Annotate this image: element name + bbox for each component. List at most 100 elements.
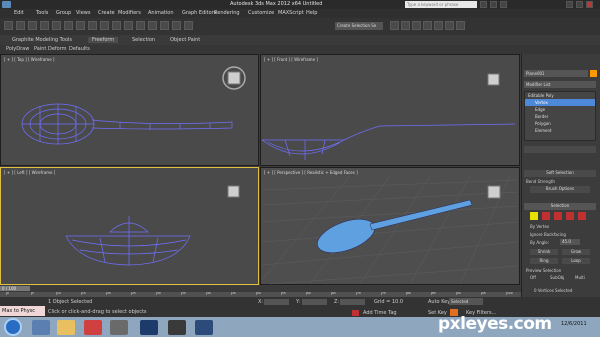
select-by-name-icon[interactable] (88, 21, 97, 30)
move-icon[interactable] (124, 21, 133, 30)
app-icon[interactable] (110, 320, 128, 335)
stack-item[interactable]: Border (525, 113, 595, 120)
x-coord-field[interactable] (264, 299, 289, 305)
polygon-mode-icon[interactable] (566, 212, 574, 220)
soft-selection-rollout[interactable]: Soft Selection (524, 170, 596, 177)
maxscript-listener[interactable]: Max to Physc (0, 306, 45, 316)
viewport-left[interactable]: [ + ] [ Left ] [ Wireframe ] (0, 167, 259, 285)
maximize-button[interactable] (576, 1, 583, 8)
ignore-backfacing-checkbox[interactable]: Ignore Backfacing (530, 232, 566, 237)
window-icon[interactable] (112, 21, 121, 30)
object-name-field[interactable]: Plane001 (524, 70, 588, 77)
angle-spinner[interactable]: 45.0 (560, 239, 580, 245)
link-icon[interactable] (28, 21, 37, 30)
viewport-front[interactable]: [ + ] [ Front ] [ Wireframe ] (260, 54, 520, 166)
tab-selection[interactable]: Selection (132, 37, 155, 43)
stack-item[interactable]: Vertex (525, 99, 595, 106)
selected-dropdown[interactable]: Selected (449, 298, 483, 305)
time-slider[interactable]: 0 / 100 (0, 286, 30, 291)
tab-defaults[interactable]: Defaults (69, 46, 90, 52)
menu-item[interactable]: Edit (14, 10, 24, 16)
preview-subobj-radio[interactable]: SubObj (550, 275, 564, 280)
brush-options-button[interactable]: Brush Options (530, 186, 590, 193)
rotate-icon[interactable] (136, 21, 145, 30)
auto-key-button[interactable]: Auto Key (428, 299, 450, 305)
time-tag-icon[interactable] (352, 310, 359, 316)
tab-graphite[interactable]: Graphite Modeling Tools (12, 37, 72, 43)
border-mode-icon[interactable] (554, 212, 562, 220)
star-icon[interactable] (490, 1, 497, 8)
undo-icon[interactable] (4, 21, 13, 30)
3dsmax-icon[interactable] (168, 320, 186, 335)
tab-polydraw[interactable]: PolyDraw (6, 46, 29, 52)
viewport-perspective[interactable]: [ + ] [ Perspective ] [ Realistic + Edge… (260, 167, 520, 285)
bind-icon[interactable] (52, 21, 61, 30)
render-setup-icon[interactable] (445, 21, 454, 30)
scale-icon[interactable] (148, 21, 157, 30)
grow-button[interactable]: Grow (562, 249, 590, 255)
help-icon[interactable] (500, 1, 507, 8)
preview-off-radio[interactable]: Off (530, 275, 536, 280)
preview-multi-radio[interactable]: Multi (575, 275, 585, 280)
pivot-icon[interactable] (172, 21, 181, 30)
tab-object-paint[interactable]: Object Paint (170, 37, 200, 43)
stack-item[interactable]: Element (525, 127, 595, 134)
object-color-swatch[interactable] (590, 70, 597, 77)
material-icon[interactable] (434, 21, 443, 30)
photoshop-icon-2[interactable] (195, 320, 213, 335)
app-logo-icon[interactable] (2, 1, 11, 8)
viewport-label[interactable]: [ + ] [ Perspective ] [ Realistic + Edge… (264, 170, 358, 175)
schematic-icon[interactable] (423, 21, 432, 30)
add-time-tag[interactable]: Add Time Tag (363, 310, 397, 316)
viewport-top[interactable]: [ + ] [ Top ] [ Wireframe ] (0, 54, 259, 166)
select-icon[interactable] (76, 21, 85, 30)
menu-item[interactable]: Modifiers (118, 10, 141, 16)
element-mode-icon[interactable] (578, 212, 586, 220)
by-vertex-checkbox[interactable]: By Vertex (530, 224, 549, 229)
selection-rollout[interactable]: Selection (524, 203, 596, 210)
edge-mode-icon[interactable] (542, 212, 550, 220)
menu-item[interactable]: Rendering (214, 10, 240, 16)
mirror-icon[interactable] (184, 21, 193, 30)
menu-item[interactable]: Customize (248, 10, 274, 16)
render-icon[interactable] (456, 21, 465, 30)
stack-item[interactable]: Edge (525, 106, 595, 113)
modifier-list-dropdown[interactable]: Modifier List (524, 81, 596, 88)
by-angle-checkbox[interactable]: By Angle: (530, 240, 549, 245)
selection-set-dropdown[interactable]: Create Selection Se (335, 22, 383, 30)
ring-button[interactable]: Ring (530, 258, 558, 264)
search-input[interactable]: Type a keyword or phrase (405, 1, 477, 8)
filter-icon[interactable] (64, 21, 73, 30)
menu-item[interactable]: Animation (148, 10, 174, 16)
minimize-button[interactable] (566, 1, 573, 8)
y-coord-field[interactable] (302, 299, 327, 305)
vertex-mode-icon[interactable] (530, 212, 538, 220)
loop-button[interactable]: Loop (562, 258, 590, 264)
menu-item[interactable]: Graph Editors (182, 10, 216, 16)
close-button[interactable] (586, 1, 593, 8)
menu-item[interactable]: MAXScript (278, 10, 304, 16)
shrink-button[interactable]: Shrink (530, 249, 558, 255)
stack-item[interactable]: Editable Poly (525, 92, 595, 99)
curve-icon[interactable] (412, 21, 421, 30)
chrome-icon[interactable] (84, 320, 102, 335)
unlink-icon[interactable] (40, 21, 49, 30)
viewport-label[interactable]: [ + ] [ Left ] [ Wireframe ] (4, 170, 55, 175)
menu-item[interactable]: Create (98, 10, 115, 16)
start-button[interactable] (4, 318, 22, 336)
viewport-label[interactable]: [ + ] [ Top ] [ Wireframe ] (4, 57, 55, 62)
region-icon[interactable] (100, 21, 109, 30)
menu-item[interactable]: Group (56, 10, 71, 16)
menu-item[interactable]: Views (76, 10, 90, 16)
z-coord-field[interactable] (340, 299, 365, 305)
menu-item[interactable]: Tools (36, 10, 48, 16)
viewport-label[interactable]: [ + ] [ Front ] [ Wireframe ] (264, 57, 318, 62)
search-icon[interactable] (480, 1, 487, 8)
menu-item[interactable]: Help (306, 10, 317, 16)
ie-icon[interactable] (32, 320, 50, 335)
align-icon[interactable] (390, 21, 399, 30)
tab-freeform[interactable]: Freeform (88, 37, 119, 43)
redo-icon[interactable] (16, 21, 25, 30)
layer-icon[interactable] (401, 21, 410, 30)
ref-coord-icon[interactable] (160, 21, 169, 30)
